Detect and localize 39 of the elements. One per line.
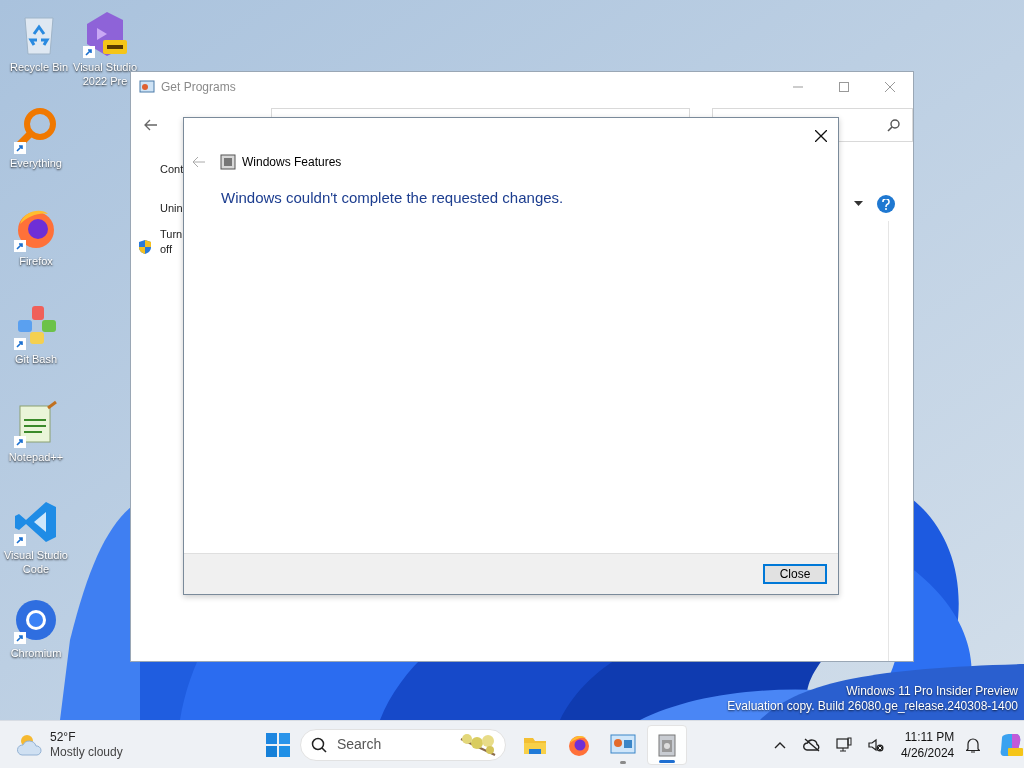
back-button[interactable] [143, 117, 159, 133]
search-icon [310, 736, 327, 753]
sidebar-link[interactable]: Turn off [160, 227, 182, 257]
sidebar-link[interactable]: Cont [160, 162, 184, 177]
close-button[interactable] [812, 127, 830, 145]
cloud-off-icon [802, 736, 821, 753]
dropdown-caret-icon [854, 201, 863, 207]
shield-icon [137, 239, 153, 255]
window-title: Get Programs [161, 79, 236, 96]
search-bar[interactable]: Search [299, 728, 506, 761]
date-text: 4/26/2024 [900, 744, 955, 761]
copilot-icon [998, 731, 1024, 758]
maximize-icon [839, 82, 849, 92]
clock[interactable]: 11:11 PM 4/26/2024 [900, 728, 955, 761]
close-button[interactable]: Close [763, 564, 827, 584]
question-icon [882, 198, 890, 210]
back-arrow-icon [143, 117, 159, 133]
bell-icon [966, 736, 981, 753]
taskbar-app-button[interactable] [646, 724, 687, 765]
features-icon [220, 154, 236, 170]
cloud-sun-icon [16, 732, 44, 757]
control-panel-icon [139, 79, 155, 95]
time-text: 11:11 PM [904, 728, 955, 745]
monitor-icon [835, 736, 852, 753]
temperature-text: 52°F [50, 729, 76, 745]
error-message: Windows couldn't complete the requested changes. [221, 188, 564, 208]
notice-text: Evaluation copy. Build 26080.ge_release.240308-1400 [727, 699, 1018, 714]
windows-logo-icon [265, 732, 290, 757]
help-button[interactable] [877, 195, 895, 213]
search-field[interactable]: Search [336, 734, 457, 755]
close-icon [885, 82, 895, 92]
search-icon [887, 118, 900, 132]
weather-text: Mostly cloudy [50, 744, 123, 760]
close-icon [815, 130, 827, 142]
dialog-title: Windows Features [242, 154, 342, 171]
sidebar-link[interactable]: Unin [160, 201, 183, 216]
weather-widget[interactable]: 52°F Mostly cloudy [16, 729, 123, 760]
notice-text: Windows 11 Pro Insider Preview [846, 684, 1018, 699]
speaker-muted-icon [867, 736, 884, 753]
